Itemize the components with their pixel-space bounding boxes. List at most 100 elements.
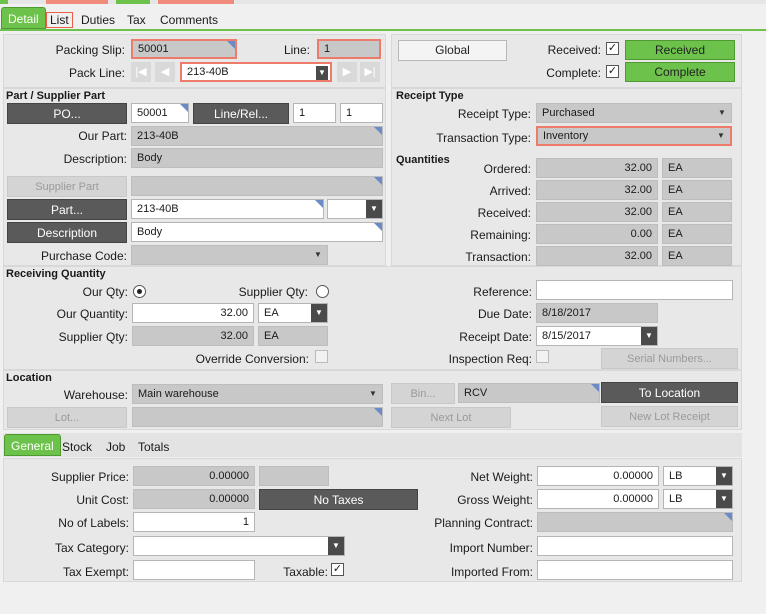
- override-conversion-checkbox[interactable]: [315, 350, 328, 363]
- warehouse-select[interactable]: Main warehouse ▼: [132, 384, 383, 404]
- our-quantity-field[interactable]: 32.00: [132, 303, 254, 323]
- po-rel-field[interactable]: 1: [340, 103, 383, 123]
- receipt-type-title: Receipt Type: [396, 90, 464, 102]
- top-toolbar-strip: [0, 0, 766, 4]
- serial-numbers-button[interactable]: Serial Numbers...: [601, 348, 738, 369]
- supplier-qty-label: Supplier Qty:: [58, 330, 128, 344]
- tab-totals[interactable]: Totals: [138, 437, 169, 457]
- next-lot-button[interactable]: Next Lot: [391, 407, 511, 428]
- our-part-label: Our Part:: [78, 129, 127, 143]
- receipt-date-value: 8/15/2017: [542, 330, 591, 342]
- to-location-button[interactable]: To Location: [601, 382, 738, 403]
- nav-first-icon[interactable]: |◀: [131, 62, 151, 82]
- complete-checkbox[interactable]: ✓: [606, 65, 619, 78]
- line-field[interactable]: 1: [317, 39, 381, 59]
- no-of-labels-field[interactable]: 1: [133, 512, 255, 532]
- supplier-price-currency: [259, 466, 329, 486]
- receipt-date-field[interactable]: 8/15/2017 ▼: [536, 326, 658, 346]
- import-number-field[interactable]: [537, 536, 733, 556]
- bin-field: RCV: [458, 383, 600, 403]
- transaction-value: 32.00: [536, 246, 658, 266]
- chevron-down-icon[interactable]: ▼: [328, 537, 344, 555]
- net-weight-uom-select[interactable]: LB ▼: [663, 466, 733, 486]
- our-part-field: 213-40B: [131, 126, 383, 146]
- new-lot-receipt-button[interactable]: New Lot Receipt: [601, 406, 738, 427]
- lot-button[interactable]: Lot...: [7, 407, 127, 428]
- nav-next-icon[interactable]: ▶: [337, 62, 357, 82]
- imported-from-field[interactable]: [537, 560, 733, 580]
- reference-field[interactable]: [536, 280, 733, 300]
- due-date-field: 8/18/2017: [536, 303, 658, 323]
- tab-general[interactable]: General: [4, 434, 61, 456]
- description-button[interactable]: Description: [7, 222, 127, 243]
- our-quantity-uom-select[interactable]: EA ▼: [258, 303, 328, 323]
- inspection-req-checkbox[interactable]: [536, 350, 549, 363]
- gross-weight-uom: LB: [669, 493, 683, 505]
- bin-button[interactable]: Bin...: [391, 383, 455, 404]
- nav-prev-icon[interactable]: ◀: [155, 62, 175, 82]
- our-qty-radio[interactable]: [133, 285, 146, 298]
- received-status-button[interactable]: Received: [625, 40, 735, 60]
- tab-comments[interactable]: Comments: [160, 10, 218, 30]
- receiving-quantity-title: Receiving Quantity: [6, 268, 106, 280]
- part-field[interactable]: 213-40B: [131, 199, 324, 219]
- chevron-down-icon[interactable]: ▼: [641, 327, 657, 345]
- gross-weight-field[interactable]: 0.00000: [537, 489, 659, 509]
- complete-label: Complete:: [546, 66, 601, 80]
- nav-last-icon[interactable]: ▶|: [360, 62, 380, 82]
- tax-exempt-field[interactable]: [133, 560, 255, 580]
- purchase-code-select[interactable]: ▼: [131, 245, 328, 265]
- po-field[interactable]: 50001: [131, 103, 189, 123]
- our-qty-radio-label: Our Qty:: [82, 285, 128, 299]
- received-label: Received:: [547, 43, 601, 57]
- remaining-label: Remaining:: [470, 228, 531, 242]
- tab-stock[interactable]: Stock: [62, 437, 92, 457]
- gross-weight-label: Gross Weight:: [457, 493, 533, 507]
- chevron-down-icon[interactable]: ▼: [309, 246, 327, 264]
- no-taxes-button[interactable]: No Taxes: [259, 489, 418, 510]
- po-button[interactable]: PO...: [7, 103, 127, 124]
- gross-weight-uom-select[interactable]: LB ▼: [663, 489, 733, 509]
- net-weight-field[interactable]: 0.00000: [537, 466, 659, 486]
- purchase-code-label: Purchase Code:: [40, 249, 127, 263]
- description-input[interactable]: Body: [131, 222, 383, 242]
- supplier-part-button[interactable]: Supplier Part: [7, 176, 127, 197]
- tab-list[interactable]: List: [46, 12, 73, 28]
- global-button[interactable]: Global: [398, 40, 507, 61]
- part-button[interactable]: Part...: [7, 199, 127, 220]
- po-line-field[interactable]: 1: [293, 103, 336, 123]
- chevron-down-icon[interactable]: ▼: [316, 66, 328, 80]
- our-quantity-label: Our Quantity:: [56, 307, 128, 321]
- chevron-down-icon[interactable]: ▼: [713, 104, 731, 122]
- received-qty-value: 32.00: [536, 202, 658, 222]
- tax-category-select[interactable]: ▼: [133, 536, 345, 556]
- chevron-down-icon[interactable]: ▼: [366, 200, 382, 218]
- pack-line-select[interactable]: 213-40B ▼: [180, 62, 332, 82]
- taxable-checkbox[interactable]: ✓: [331, 563, 344, 576]
- chevron-down-icon[interactable]: ▼: [712, 128, 730, 144]
- net-weight-uom: LB: [669, 470, 683, 482]
- chevron-down-icon[interactable]: ▼: [716, 467, 732, 485]
- reference-label: Reference:: [473, 285, 532, 299]
- received-checkbox[interactable]: ✓: [606, 42, 619, 55]
- chevron-down-icon[interactable]: ▼: [364, 385, 382, 403]
- tab-detail[interactable]: Detail: [1, 7, 46, 29]
- chevron-down-icon[interactable]: ▼: [716, 490, 732, 508]
- our-quantity-uom: EA: [264, 307, 279, 319]
- lot-field: [132, 407, 383, 427]
- transaction-type-label: Transaction Type:: [436, 131, 531, 145]
- tab-job[interactable]: Job: [106, 437, 125, 457]
- tab-duties[interactable]: Duties: [81, 10, 115, 30]
- chevron-down-icon[interactable]: ▼: [311, 304, 327, 322]
- part-revision-select[interactable]: ▼: [327, 199, 383, 219]
- complete-status-button[interactable]: Complete: [625, 62, 735, 82]
- packing-slip-field[interactable]: 50001: [131, 39, 237, 59]
- line-rel-button[interactable]: Line/Rel...: [193, 103, 289, 124]
- supplier-part-field: [131, 176, 383, 196]
- supplier-qty-uom: EA: [258, 326, 328, 346]
- receipt-type-select[interactable]: Purchased ▼: [536, 103, 732, 123]
- tab-tax[interactable]: Tax: [127, 10, 146, 30]
- transaction-type-select[interactable]: Inventory ▼: [536, 126, 732, 146]
- supplier-qty-radio[interactable]: [316, 285, 329, 298]
- ordered-value: 32.00: [536, 158, 658, 178]
